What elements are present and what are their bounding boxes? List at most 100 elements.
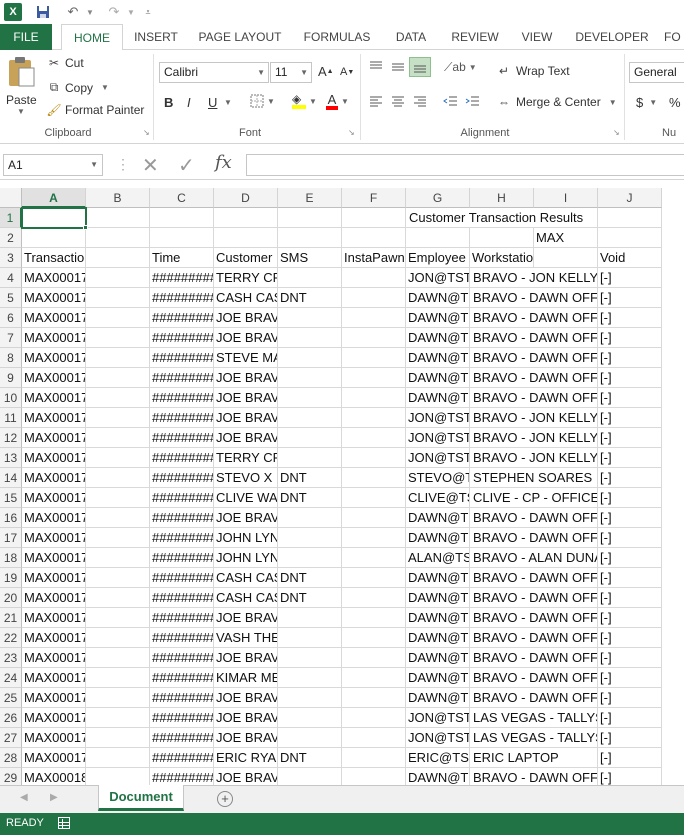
cell-b13[interactable]: [86, 448, 150, 468]
cell-j4[interactable]: [-]: [598, 268, 662, 288]
cell-c26[interactable]: #########: [150, 708, 214, 728]
cell-c27[interactable]: #########: [150, 728, 214, 748]
cell-d1[interactable]: [214, 208, 278, 228]
cell-b23[interactable]: [86, 648, 150, 668]
tab-page-layout[interactable]: PAGE LAYOUT: [194, 24, 286, 50]
cell-b25[interactable]: [86, 688, 150, 708]
cell-c22[interactable]: #########: [150, 628, 214, 648]
cell-b26[interactable]: [86, 708, 150, 728]
cell-f29[interactable]: [342, 768, 406, 785]
cell-j14[interactable]: [-]: [598, 468, 662, 488]
cell-a15[interactable]: MAX00017951: [22, 488, 86, 508]
cell-c2[interactable]: [150, 228, 214, 248]
row-header[interactable]: 12: [0, 428, 22, 448]
cell-f28[interactable]: [342, 748, 406, 768]
cell-a16[interactable]: MAX00017953: [22, 508, 86, 528]
cell-c10[interactable]: #########: [150, 388, 214, 408]
cell-c15[interactable]: #########: [150, 488, 214, 508]
tab-insert[interactable]: INSERT: [128, 24, 184, 50]
cell-d23[interactable]: JOE BRAV: [214, 648, 278, 668]
cell-j11[interactable]: [-]: [598, 408, 662, 428]
cell-f15[interactable]: [342, 488, 406, 508]
row-header[interactable]: 19: [0, 568, 22, 588]
cell-f8[interactable]: [342, 348, 406, 368]
cell-d27[interactable]: JOE BRAV: [214, 728, 278, 748]
column-header-e[interactable]: E: [278, 188, 342, 208]
cell-e13[interactable]: [278, 448, 342, 468]
cell-j23[interactable]: [-]: [598, 648, 662, 668]
cell-d29[interactable]: JOE BRAV: [214, 768, 278, 785]
cell-c25[interactable]: #########: [150, 688, 214, 708]
cell-c16[interactable]: #########: [150, 508, 214, 528]
cell-a22[interactable]: MAX00017973: [22, 628, 86, 648]
cell-d20[interactable]: CASH CAS: [214, 588, 278, 608]
cell-f14[interactable]: [342, 468, 406, 488]
cell-b20[interactable]: [86, 588, 150, 608]
cell-d12[interactable]: JOE BRAV: [214, 428, 278, 448]
cell-f27[interactable]: [342, 728, 406, 748]
row-header[interactable]: 8: [0, 348, 22, 368]
cell-a21[interactable]: MAX00017972: [22, 608, 86, 628]
row-header[interactable]: 28: [0, 748, 22, 768]
cell-a8[interactable]: MAX00017921: [22, 348, 86, 368]
cell-e20[interactable]: DNT: [278, 588, 342, 608]
align-center-button[interactable]: [390, 95, 406, 109]
scroll-left-icon[interactable]: ◀: [20, 792, 28, 803]
column-header-b[interactable]: B: [86, 188, 150, 208]
cell-a6[interactable]: MAX00017919: [22, 308, 86, 328]
row-header[interactable]: 25: [0, 688, 22, 708]
cell-e12[interactable]: [278, 428, 342, 448]
select-all-button[interactable]: [0, 188, 22, 208]
cell-a10[interactable]: MAX00017923: [22, 388, 86, 408]
font-size-select[interactable]: 11 ▼: [270, 62, 312, 83]
cell-j21[interactable]: [-]: [598, 608, 662, 628]
cell-d21[interactable]: JOE BRAV: [214, 608, 278, 628]
cell-b2[interactable]: [86, 228, 150, 248]
cell-e10[interactable]: [278, 388, 342, 408]
column-header-f[interactable]: F: [342, 188, 406, 208]
column-header-j[interactable]: J: [598, 188, 662, 208]
cell-e22[interactable]: [278, 628, 342, 648]
cell-j29[interactable]: [-]: [598, 768, 662, 785]
cell-c20[interactable]: #########: [150, 588, 214, 608]
cell-d10[interactable]: JOE BRAV: [214, 388, 278, 408]
cell-j8[interactable]: [-]: [598, 348, 662, 368]
cell-c29[interactable]: #########: [150, 768, 214, 785]
cell-d26[interactable]: JOE BRAV: [214, 708, 278, 728]
cell-e27[interactable]: [278, 728, 342, 748]
cell-a9[interactable]: MAX00017922: [22, 368, 86, 388]
save-icon[interactable]: [34, 3, 52, 21]
add-sheet-button[interactable]: +: [217, 791, 233, 807]
cell-j12[interactable]: [-]: [598, 428, 662, 448]
cell-g27[interactable]: JON@TST: [406, 728, 470, 748]
column-header-d[interactable]: D: [214, 188, 278, 208]
format-painter-button[interactable]: 🖌 Format Painter: [46, 103, 144, 117]
cell-a28[interactable]: MAX00017983: [22, 748, 86, 768]
bottom-align-button[interactable]: [409, 57, 431, 77]
font-launcher-icon[interactable]: ↘: [348, 128, 355, 137]
cell-f12[interactable]: [342, 428, 406, 448]
cell-f21[interactable]: [342, 608, 406, 628]
cell-b28[interactable]: [86, 748, 150, 768]
cell-a11[interactable]: MAX00017928: [22, 408, 86, 428]
row-header[interactable]: 24: [0, 668, 22, 688]
cell-g6[interactable]: DAWN@T: [406, 308, 470, 328]
tab-home[interactable]: HOME: [61, 24, 123, 51]
cell-c9[interactable]: #########: [150, 368, 214, 388]
cell-j19[interactable]: [-]: [598, 568, 662, 588]
cell-g25[interactable]: DAWN@T: [406, 688, 470, 708]
cell-a18[interactable]: MAX00017959: [22, 548, 86, 568]
borders-button[interactable]: ▼: [250, 94, 275, 108]
cell-i2[interactable]: MAX: [534, 228, 598, 248]
cell-a27[interactable]: MAX00017982: [22, 728, 86, 748]
cell-e4[interactable]: [278, 268, 342, 288]
cell-h3[interactable]: Workstation: [470, 248, 534, 268]
cell-g28[interactable]: ERIC@TST: [406, 748, 470, 768]
cell-b16[interactable]: [86, 508, 150, 528]
clipboard-launcher-icon[interactable]: ↘: [143, 128, 150, 137]
cell-f1[interactable]: [342, 208, 406, 228]
cell-d6[interactable]: JOE BRAV: [214, 308, 278, 328]
cell-b14[interactable]: [86, 468, 150, 488]
cell-f13[interactable]: [342, 448, 406, 468]
cell-b22[interactable]: [86, 628, 150, 648]
